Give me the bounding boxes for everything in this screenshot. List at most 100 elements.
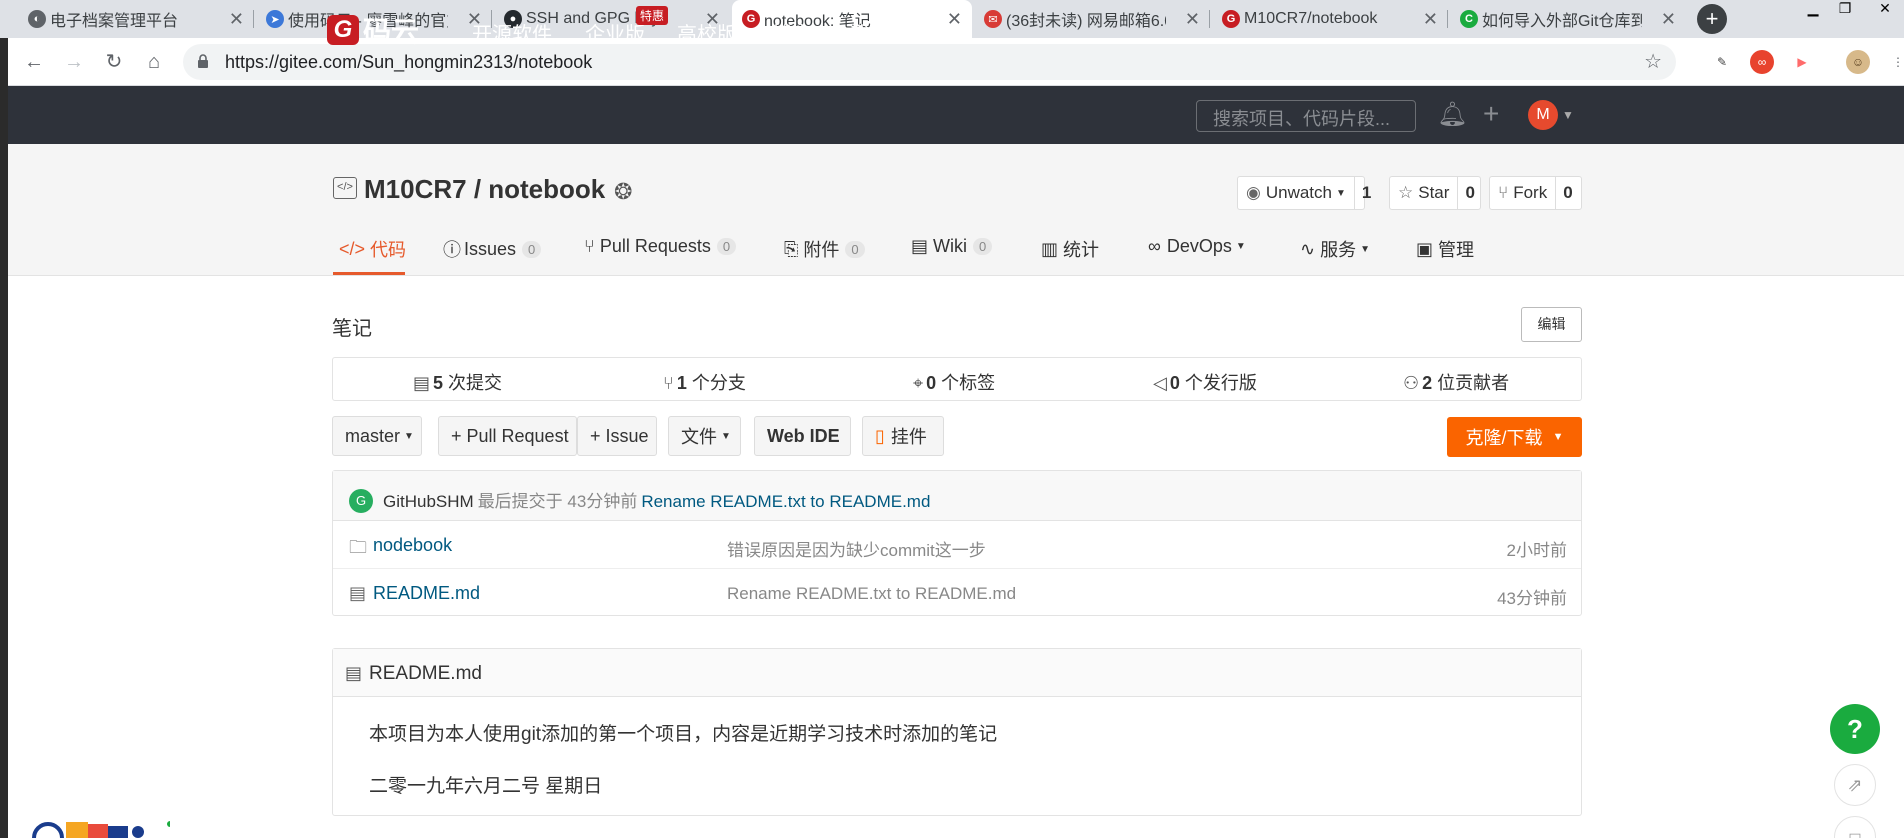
file-icon: ▤	[345, 663, 363, 683]
restore-icon[interactable]: ❐	[1830, 0, 1860, 18]
extension-icon[interactable]: ✎	[1710, 50, 1734, 74]
last-commit-info: GitHubSHM 最后提交于 43分钟前 Rename README.txt to…	[383, 487, 930, 512]
star-count: 0	[1465, 183, 1475, 202]
minimize-icon[interactable]: ▁	[1798, 0, 1828, 18]
nav-opensource[interactable]: 开源软件	[472, 18, 552, 47]
release-icon: ◁	[1153, 373, 1167, 393]
globe-icon: ◐	[28, 10, 46, 28]
close-icon[interactable]: ✕	[1423, 9, 1438, 30]
web-ide-button[interactable]: Web IDE	[754, 416, 851, 456]
clone-label: 克隆/下载	[1465, 428, 1543, 448]
browser-tab[interactable]: ◐ 电子档案管理平台 ✕	[18, 0, 254, 38]
tab-attachments[interactable]: ⎘ 附件 0	[784, 236, 865, 262]
tab-title: (36封未读) 网易邮箱6.0版	[1006, 13, 1166, 30]
repo-title[interactable]: M10CR7 / notebook	[364, 174, 605, 205]
plus-icon[interactable]: +	[1483, 98, 1499, 130]
commit-author[interactable]: GitHubSHM	[383, 492, 474, 511]
bookmark-star-icon[interactable]: ☆	[1644, 49, 1662, 74]
nav-my-gitee[interactable]: 我的码云 ▼	[850, 18, 946, 47]
stat-releases[interactable]: ◁ 0 个发行版	[1153, 369, 1257, 395]
file-commit-message[interactable]: Rename README.txt to README.md	[727, 584, 1016, 604]
mascot-icon	[32, 821, 170, 838]
browser-tab[interactable]: G M10CR7/notebook ✕	[1212, 0, 1448, 38]
more-icon[interactable]: ▭	[1834, 816, 1876, 838]
nav-blog[interactable]: 博客	[772, 18, 812, 47]
close-icon[interactable]: ✕	[947, 9, 962, 30]
bell-icon[interactable]: 🔔︎	[1437, 100, 1467, 129]
address-bar: ← → ↻ ⌂ https://gitee.com/Sun_hongmin231…	[0, 38, 1904, 86]
tab-separator	[253, 10, 254, 28]
stat-number: 0	[1169, 373, 1180, 393]
browser-tab[interactable]: C 如何导入外部Git仓库到码云 ✕	[1450, 0, 1686, 38]
star-icon: ☆	[1398, 183, 1414, 202]
tab-code[interactable]: </> 代码	[339, 236, 406, 262]
play-extension-icon[interactable]: ▶	[1790, 50, 1814, 74]
stat-tags[interactable]: ⌖ 0 个标签	[913, 369, 995, 395]
file-commit-message[interactable]: 错误原因是因为缺少commit这一步	[727, 536, 986, 561]
tab-manage[interactable]: ▣ 管理	[1416, 236, 1474, 262]
fork-count: 0	[1563, 183, 1573, 202]
close-icon[interactable]: ✕	[229, 9, 244, 30]
eye-icon: ◉	[1246, 183, 1261, 202]
infinity-extension-icon[interactable]: ∞	[1750, 50, 1774, 74]
avatar[interactable]: M	[1528, 100, 1558, 130]
tab-service[interactable]: ∿ 服务 ▼	[1300, 236, 1370, 262]
branch-select[interactable]: master ▼	[332, 416, 422, 456]
readme-panel: ▤ README.md 本项目为本人使用git添加的第一个项目，内容是近期学习技…	[332, 648, 1582, 816]
tab-count: 0	[845, 240, 865, 258]
branch-icon: ⑂	[663, 373, 674, 393]
clone-download-button[interactable]: 克隆/下载 ▼	[1447, 417, 1582, 457]
tab-label: 管理	[1438, 240, 1475, 260]
pull-request-icon: ⑂	[584, 236, 595, 256]
pull-request-button[interactable]: + Pull Request	[438, 416, 577, 456]
back-icon[interactable]: ←	[20, 48, 48, 76]
edit-button[interactable]: 编辑	[1521, 307, 1582, 342]
widget-label: 挂件	[890, 427, 927, 447]
tab-wiki[interactable]: ▤ Wiki 0	[911, 236, 993, 257]
close-icon[interactable]: ✕	[1661, 9, 1676, 30]
browser-tab[interactable]: ✉ (36封未读) 网易邮箱6.0版 ✕	[974, 0, 1210, 38]
tab-pull-requests[interactable]: ⑂ Pull Requests 0	[584, 236, 737, 257]
tab-issues[interactable]: ⓘ Issues 0	[443, 236, 542, 262]
search-input[interactable]: 搜索项目、代码片段...	[1196, 100, 1416, 132]
issue-button[interactable]: + Issue	[577, 416, 657, 456]
gitee-logo-mark: G	[327, 15, 359, 45]
tag-icon: ⌖	[913, 373, 924, 393]
chevron-down-icon: ▼	[1235, 241, 1246, 252]
folder-icon: 🗀︎	[349, 537, 367, 557]
gitee-icon: G	[1222, 10, 1240, 28]
file-menu-button[interactable]: 文件 ▼	[668, 416, 741, 456]
tab-stats[interactable]: ▥ 统计	[1041, 236, 1099, 262]
forward-icon[interactable]: →	[60, 48, 88, 76]
file-name-link[interactable]: README.md	[373, 583, 480, 604]
chevron-down-icon[interactable]: ▼	[1562, 108, 1574, 122]
bookmark-icon: ▯	[875, 425, 885, 446]
close-icon[interactable]: ✕	[1185, 9, 1200, 30]
tab-devops[interactable]: ∞ DevOps ▼	[1148, 236, 1246, 257]
watch-button[interactable]: ◉ Unwatch ▼ 1	[1237, 176, 1371, 210]
nav-education[interactable]: 高校版	[677, 18, 737, 47]
widget-button[interactable]: ▯ 挂件	[862, 416, 944, 456]
repo-stats-bar: ▤ 5 次提交 ⑂ 1 个分支 ⌖ 0 个标签 ◁ 0 个发行版 ⚇ 2 位贡献者	[332, 357, 1582, 401]
stat-commits[interactable]: ▤ 5 次提交	[413, 369, 502, 395]
file-label: 文件	[681, 427, 717, 447]
gitee-logo[interactable]: G 码云	[327, 14, 419, 47]
readme-line: 二零一九年六月二号 星期日	[369, 776, 603, 797]
stat-branches[interactable]: ⑂ 1 个分支	[663, 369, 746, 395]
new-tab-button[interactable]: +	[1697, 4, 1727, 34]
help-button[interactable]: ?	[1830, 704, 1880, 754]
star-button[interactable]: ☆ Star 0	[1389, 176, 1481, 210]
reload-icon[interactable]: ↻	[100, 48, 128, 76]
share-icon[interactable]: ⇗	[1834, 764, 1876, 806]
commit-message-link[interactable]: Rename README.txt to README.md	[641, 492, 930, 511]
commit-author-avatar[interactable]: G	[349, 489, 373, 513]
file-name-link[interactable]: nodebook	[373, 535, 452, 556]
stat-contributors[interactable]: ⚇ 2 位贡献者	[1403, 369, 1509, 395]
profile-avatar-icon[interactable]: ☺	[1846, 50, 1870, 74]
window-edge	[0, 38, 8, 838]
fork-button[interactable]: ⑂ Fork 0	[1489, 176, 1582, 210]
window-close-icon[interactable]: ✕	[1870, 0, 1900, 18]
menu-icon[interactable]: ⋮	[1886, 50, 1904, 74]
tab-label: Issues	[464, 238, 517, 259]
home-icon[interactable]: ⌂	[140, 48, 168, 76]
